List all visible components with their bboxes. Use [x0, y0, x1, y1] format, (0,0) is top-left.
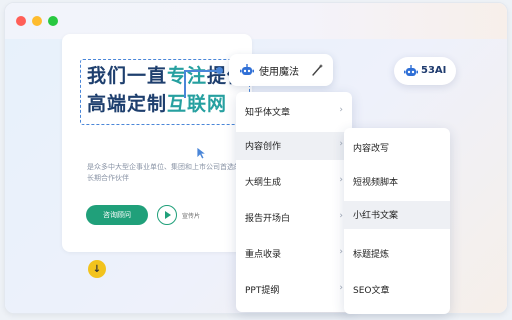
menu-item-zhihu-article[interactable]: 知乎体文章 › [236, 98, 352, 126]
menu-item-label: 报告开场白 [245, 214, 291, 224]
play-icon[interactable] [157, 205, 177, 225]
chevron-right-icon: › [339, 139, 343, 149]
menu-item-label: PPT提纲 [245, 286, 280, 296]
magic-wand-icon[interactable] [310, 63, 324, 77]
menu-item-ppt-outline[interactable]: PPT提纲 › [236, 276, 352, 304]
menu-item-label: 内容创作 [245, 142, 282, 152]
submenu-item-rewrite[interactable]: 内容改写 [344, 134, 450, 162]
chevron-right-icon: › [339, 283, 343, 293]
menu-item-key-points[interactable]: 重点收录 › [236, 240, 352, 268]
chevron-right-icon: › [339, 105, 343, 115]
connector-line [184, 70, 186, 98]
submenu-item-xiaohongshu-copy[interactable]: 小红书文案 [344, 201, 450, 229]
menu-item-label: 大纲生成 [245, 178, 282, 188]
submenu-item-label: 短视频脚本 [353, 178, 399, 188]
connector-line [184, 70, 219, 72]
robot-icon [240, 64, 254, 75]
brand-name: 53AI [421, 65, 447, 76]
submenu-item-seo-article[interactable]: SEO文章 [344, 276, 450, 304]
use-magic-toolbar[interactable]: 使用魔法 [229, 54, 333, 86]
submenu-item-label: 内容改写 [353, 144, 390, 154]
minimize-window-button[interactable] [32, 16, 42, 26]
secondary-menu: 内容改写 短视频脚本 小红书文案 标题提炼 SEO文章 [344, 128, 450, 314]
scroll-down-icon[interactable]: ↓ [88, 260, 106, 278]
submenu-item-label: 小红书文案 [353, 211, 399, 221]
close-window-button[interactable] [16, 16, 26, 26]
connector-handle[interactable] [216, 67, 223, 74]
robot-icon [404, 65, 418, 76]
chevron-right-icon: › [339, 175, 343, 185]
menu-item-outline[interactable]: 大纲生成 › [236, 168, 352, 196]
maximize-window-button[interactable] [48, 16, 58, 26]
brand-badge[interactable]: 53AI [394, 57, 456, 85]
use-magic-label: 使用魔法 [259, 67, 299, 78]
menu-item-report-opening[interactable]: 报告开场白 › [236, 204, 352, 232]
primary-menu: 知乎体文章 › 内容创作 › 大纲生成 › 报告开场白 › 重点收录 › PPT… [236, 92, 352, 312]
page-description: 是众多中大型企事业单位、集团和上市公司首选的长期合作伙伴 [87, 163, 241, 182]
submenu-item-label: SEO文章 [353, 286, 390, 296]
chevron-right-icon: › [339, 211, 343, 221]
menu-item-label: 重点收录 [245, 250, 282, 260]
submenu-item-video-script[interactable]: 短视频脚本 [344, 168, 450, 196]
consult-button[interactable]: 咨询顾问 [86, 205, 148, 225]
menu-item-content-creation[interactable]: 内容创作 › [236, 132, 352, 160]
menu-item-label: 知乎体文章 [245, 108, 291, 118]
selection-box [80, 59, 250, 125]
submenu-item-label: 标题提炼 [353, 250, 390, 260]
chevron-right-icon: › [339, 247, 343, 257]
cursor-icon [196, 146, 208, 160]
promo-video-label[interactable]: 宣传片 [182, 211, 200, 220]
submenu-item-title-extract[interactable]: 标题提炼 [344, 240, 450, 268]
